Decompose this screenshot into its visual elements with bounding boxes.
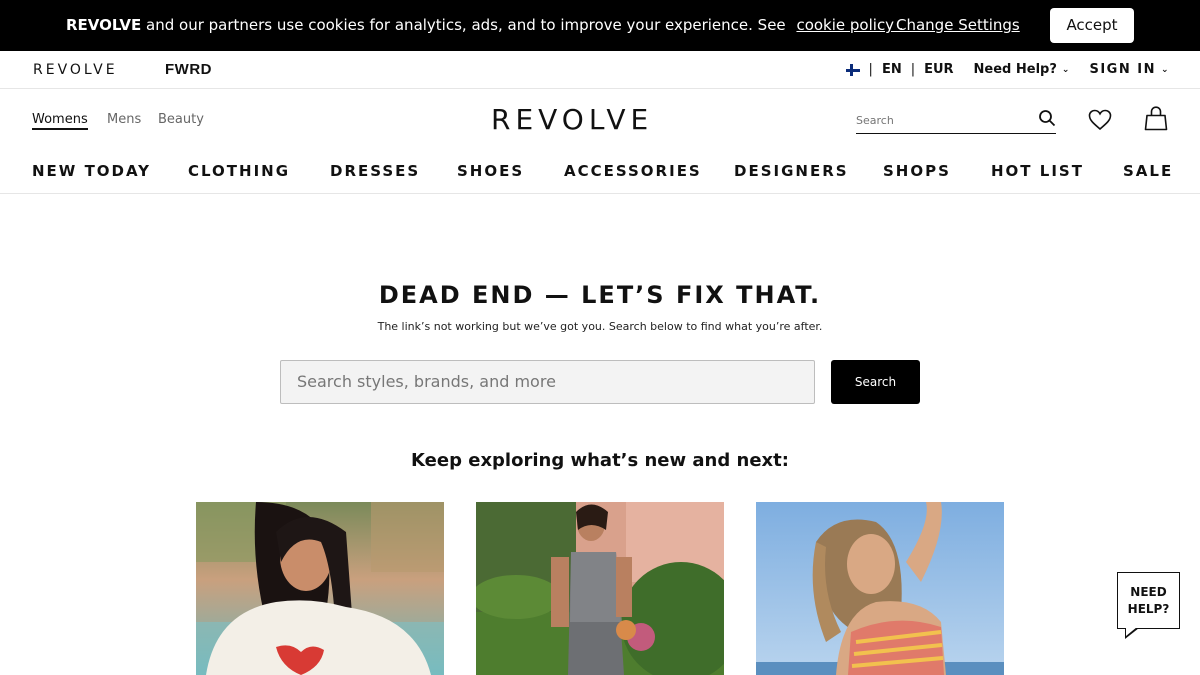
explore-tile-3[interactable] [756,502,1004,675]
page-subtitle: The link’s not working but we’ve got you… [377,320,823,333]
explore-tile-1[interactable] [196,502,444,675]
main-search-button[interactable]: Search [831,360,920,404]
language-selector[interactable]: EN [882,62,902,77]
help-line-1: NEED [1130,585,1167,599]
nav-shoes[interactable]: SHOES [457,162,524,180]
cookie-message-text: and our partners use cookies for analyti… [146,16,786,34]
currency-selector[interactable]: EUR [924,62,953,77]
nav-accessories[interactable]: ACCESSORIES [564,162,702,180]
main-search-input[interactable] [297,372,797,391]
accept-cookies-button[interactable]: Accept [1050,8,1134,43]
fwrd-site-link[interactable]: FWRD [165,61,212,78]
shopping-bag-icon[interactable] [1144,106,1168,131]
model-photo-garden [476,502,724,675]
explore-tile-2[interactable] [476,502,724,675]
page-title: DEAD END — LET’S FIX THAT. [378,281,822,309]
nav-clothing[interactable]: CLOTHING [188,162,290,180]
cookie-policy-link[interactable]: cookie policy . [796,16,903,34]
header-search [856,106,1056,134]
model-photo-sweater [196,502,444,675]
cookie-brand: REVOLVE [66,16,142,34]
nav-designers[interactable]: DESIGNERS [734,162,849,180]
change-settings-link[interactable]: Change Settings [896,16,1020,34]
chevron-down-icon: ⌄ [1061,65,1070,75]
nav-hot-list[interactable]: HOT LIST [991,162,1084,180]
heart-icon[interactable] [1088,109,1112,131]
finland-flag-icon[interactable] [845,63,860,76]
help-line-2: HELP? [1127,602,1170,616]
nav-dresses[interactable]: DRESSES [330,162,420,180]
gender-tab-mens[interactable]: Mens [107,112,141,127]
nav-sale[interactable]: SALE [1123,162,1173,180]
need-help-label: Need Help? [973,62,1057,77]
gender-tab-womens[interactable]: Womens [32,112,88,130]
header-search-input[interactable] [856,114,1026,127]
separator: | [910,62,916,77]
main-search [280,360,815,404]
separator: | [868,62,873,77]
nav-new-today[interactable]: NEW TODAY [32,162,151,180]
sign-in-menu[interactable]: SIGN IN ⌄ [1089,62,1170,77]
main-nav: NEW TODAY CLOTHING DRESSES SHOES ACCESSO… [0,160,1200,194]
cookie-message: REVOLVE and our partners use cookies for… [66,16,904,34]
model-photo-swimwear [756,502,1004,675]
need-help-menu[interactable]: Need Help? ⌄ [974,62,1070,77]
search-icon[interactable] [1038,109,1056,127]
explore-heading: Keep exploring what’s new and next: [411,450,789,471]
nav-shops[interactable]: SHOPS [883,162,951,180]
revolve-site-link[interactable]: REVOLVE [33,62,118,78]
chevron-down-icon: ⌄ [1160,65,1170,75]
utility-bar: REVOLVE FWRD | EN | EUR Need Help? ⌄ SIGN… [0,51,1200,89]
help-bubble-tail-inner [1126,627,1137,636]
need-help-chat-button[interactable]: NEED HELP? [1117,572,1180,629]
revolve-logo[interactable]: REVOLVE [491,103,653,136]
sign-in-label: SIGN IN [1089,62,1156,77]
locale-and-account: | EN | EUR Need Help? ⌄ SIGN IN ⌄ [845,62,1170,77]
gender-tab-beauty[interactable]: Beauty [158,112,204,127]
cookie-banner: REVOLVE and our partners use cookies for… [0,0,1200,51]
